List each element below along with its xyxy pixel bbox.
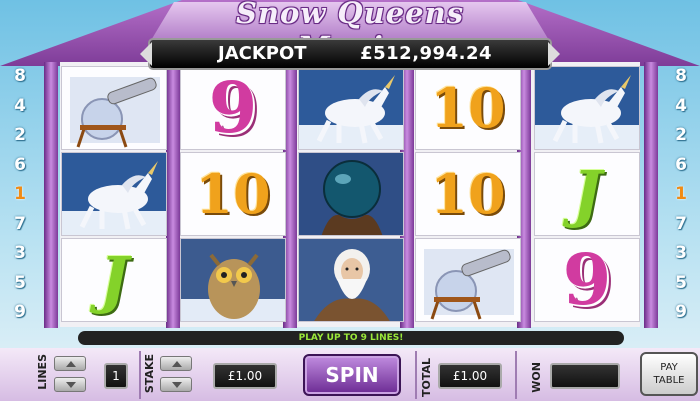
reel-4-symbol-10: 10 bbox=[415, 152, 521, 236]
stake-display: £1.00 bbox=[213, 363, 277, 389]
reel-1-symbol-unicorn bbox=[61, 152, 167, 236]
payline-9-indicator[interactable]: 9 bbox=[8, 300, 32, 324]
unicorn-icon bbox=[62, 153, 166, 235]
payline-6-indicator[interactable]: 6 bbox=[8, 153, 32, 177]
divider bbox=[515, 351, 517, 399]
divider bbox=[139, 351, 141, 399]
pillar-right bbox=[644, 62, 658, 328]
payline-6-indicator[interactable]: 6 bbox=[669, 153, 693, 177]
jackpot-arrow-left-icon bbox=[140, 42, 152, 66]
stake-label: STAKE bbox=[143, 354, 156, 394]
payline-2-indicator[interactable]: 2 bbox=[669, 123, 693, 147]
total-display: £1.00 bbox=[438, 363, 502, 389]
jackpot-arrow-right-icon bbox=[548, 42, 560, 66]
spin-button[interactable]: SPIN bbox=[303, 354, 401, 396]
lines-label: LINES bbox=[36, 354, 49, 390]
lines-down-button[interactable] bbox=[54, 377, 86, 392]
payline-indicators-left: 8 4 2 6 1 7 3 5 9 bbox=[5, 58, 35, 328]
total-label: TOTAL bbox=[420, 358, 433, 398]
reel-5-symbol-unicorn bbox=[534, 66, 640, 150]
reel-4-symbol-10: 10 bbox=[415, 66, 521, 150]
pillar-1 bbox=[166, 62, 180, 328]
reel-3-symbol-crystal-ball bbox=[298, 152, 404, 236]
payline-5-indicator[interactable]: 5 bbox=[8, 271, 32, 295]
payline-1-indicator[interactable]: 1 bbox=[669, 182, 693, 206]
wizard-icon bbox=[299, 239, 403, 321]
game-logo: Snow Queens Magic bbox=[235, 0, 465, 64]
reel-2-symbol-owl bbox=[180, 238, 286, 322]
divider bbox=[415, 351, 417, 399]
reel-1-symbol-J: J bbox=[61, 238, 167, 322]
payline-5-indicator[interactable]: 5 bbox=[669, 271, 693, 295]
jackpot-label: JACKPOT bbox=[218, 43, 307, 64]
jackpot-banner: JACKPOT £512,994.24 bbox=[140, 40, 560, 68]
pay-table-button[interactable]: PAY TABLE bbox=[640, 352, 698, 396]
stake-up-button[interactable] bbox=[160, 356, 192, 371]
won-label: WON bbox=[530, 362, 543, 393]
telescope-orb-icon bbox=[424, 249, 514, 320]
payline-3-indicator[interactable]: 3 bbox=[8, 241, 32, 265]
symbol-J-text: J bbox=[572, 157, 602, 230]
unicorn-icon bbox=[299, 67, 403, 149]
reel-4-symbol-telescope-orb bbox=[415, 238, 521, 322]
reel-3-symbol-wizard bbox=[298, 238, 404, 322]
payline-2-indicator[interactable]: 2 bbox=[8, 123, 32, 147]
telescope-orb-icon bbox=[70, 77, 160, 148]
pay-table-line2: TABLE bbox=[653, 375, 685, 386]
owl-icon bbox=[181, 239, 285, 321]
symbol-9-text: 9 bbox=[208, 66, 258, 149]
payline-8-indicator[interactable]: 8 bbox=[669, 64, 693, 88]
payline-1-indicator[interactable]: 1 bbox=[8, 182, 32, 206]
pillar-left bbox=[44, 62, 58, 328]
symbol-10-text: 10 bbox=[195, 162, 271, 226]
payline-7-indicator[interactable]: 7 bbox=[669, 212, 693, 236]
unicorn-icon bbox=[535, 67, 639, 149]
payline-indicators-right: 8 4 2 6 1 7 3 5 9 bbox=[666, 58, 696, 328]
jackpot-value: £512,994.24 bbox=[360, 43, 492, 64]
payline-4-indicator[interactable]: 4 bbox=[8, 94, 32, 118]
message-bar: PLAY UP TO 9 LINES! bbox=[78, 331, 624, 345]
payline-8-indicator[interactable]: 8 bbox=[8, 64, 32, 88]
reel-2-symbol-10: 10 bbox=[180, 152, 286, 236]
reel-5-symbol-9: 9 bbox=[534, 238, 640, 322]
reel-5-symbol-J: J bbox=[534, 152, 640, 236]
lines-up-button[interactable] bbox=[54, 356, 86, 371]
reel-2-symbol-9: 9 bbox=[180, 66, 286, 150]
reel-3-symbol-unicorn bbox=[298, 66, 404, 150]
game-stage: Snow Queens Magic J 9 10 10 10 J 9 JACKPOT £51… bbox=[0, 0, 700, 401]
payline-3-indicator[interactable]: 3 bbox=[669, 241, 693, 265]
symbol-9-text: 9 bbox=[562, 238, 612, 321]
payline-4-indicator[interactable]: 4 bbox=[669, 94, 693, 118]
crystal-ball-icon bbox=[299, 153, 403, 235]
symbol-10-text: 10 bbox=[430, 162, 506, 226]
payline-7-indicator[interactable]: 7 bbox=[8, 212, 32, 236]
symbol-J-text: J bbox=[99, 243, 129, 316]
pay-table-line1: PAY bbox=[660, 362, 678, 373]
stake-down-button[interactable] bbox=[160, 377, 192, 392]
reel-1-symbol-telescope-orb bbox=[61, 66, 167, 150]
won-display bbox=[550, 363, 620, 389]
lines-display: 1 bbox=[104, 363, 128, 389]
payline-9-indicator[interactable]: 9 bbox=[669, 300, 693, 324]
symbol-10-text: 10 bbox=[430, 76, 506, 140]
